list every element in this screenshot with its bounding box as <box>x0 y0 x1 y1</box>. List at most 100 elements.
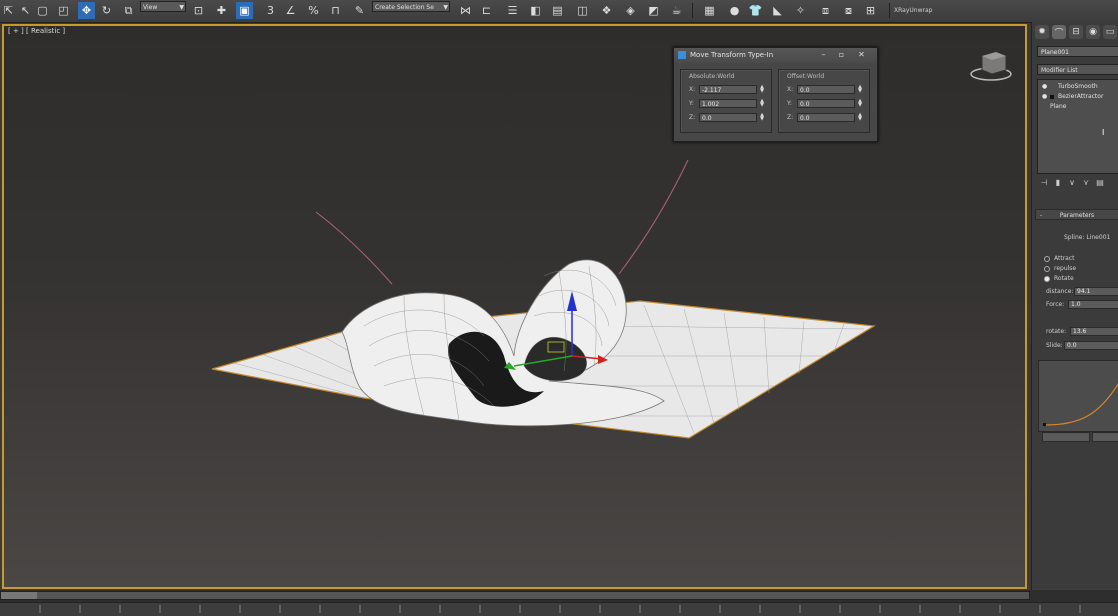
spinner-icon[interactable]: ▲ ▼ <box>759 99 765 108</box>
distance-field[interactable]: 94.1 <box>1074 287 1118 296</box>
snap-icon[interactable]: 3 <box>262 2 279 19</box>
force-field[interactable]: 1.0 <box>1068 300 1118 309</box>
radio-button-icon[interactable] <box>1044 265 1050 272</box>
time-slider-thumb[interactable] <box>1 592 37 599</box>
stack-item-bezierattractor[interactable]: ● BezierAttractor <box>1038 92 1118 102</box>
parameters-rollout-header[interactable]: - Parameters <box>1035 209 1118 220</box>
absolute-z-field[interactable]: 0.0 <box>699 113 757 122</box>
offset-y-field[interactable]: 0.0 <box>797 99 855 108</box>
selection-set-dropdown[interactable]: Create Selection Se ▼ <box>372 1 450 12</box>
absolute-x-row: X: -2.117 ▲ ▼ <box>687 85 769 95</box>
offset-z-field[interactable]: 0.0 <box>797 113 855 122</box>
motion-tab-icon[interactable]: ◉ <box>1086 25 1100 39</box>
spinner-icon[interactable]: ▲ ▼ <box>857 113 863 122</box>
tool-c-icon[interactable]: ⊞ <box>862 2 879 19</box>
material-editor-icon[interactable]: ◈ <box>622 2 639 19</box>
main-toolbar: ⇱ ↖ ▢ ◰ ✥ ↻ ⧉ View ▼ ⊡ ✚ ▣ 3 ∠ % ⊓ ✎ Crea… <box>0 0 1118 23</box>
pin-stack-icon[interactable]: ⊣ <box>1037 178 1051 187</box>
remove-modifier-icon[interactable]: ⋎ <box>1079 178 1093 187</box>
hierarchy-tab-icon[interactable]: ⊟ <box>1069 25 1083 39</box>
select-object-icon[interactable]: ↖ <box>17 2 34 19</box>
camera-icon[interactable]: ◣ <box>769 2 786 19</box>
view-cube-icon[interactable] <box>970 51 1012 81</box>
radio-attract[interactable]: Attract <box>1044 255 1075 262</box>
app-logo-icon <box>678 51 686 59</box>
shirt-icon[interactable]: 👕 <box>747 2 764 19</box>
pivot-icon[interactable]: ⊡ <box>190 2 207 19</box>
render-icon[interactable]: ▦ <box>701 2 718 19</box>
curve-point-button[interactable] <box>1042 432 1090 442</box>
slide-field[interactable]: 0.0 <box>1064 341 1118 350</box>
create-tab-icon[interactable]: ✹ <box>1035 25 1049 39</box>
visibility-bulb-icon[interactable]: ● <box>1042 82 1047 92</box>
absolute-x-field[interactable]: -2.117 <box>699 85 757 94</box>
stack-item-plane[interactable]: Plane <box>1038 102 1118 112</box>
window-crossing-icon[interactable]: ◰ <box>55 2 72 19</box>
radio-button-icon[interactable] <box>1044 255 1050 262</box>
time-slider[interactable] <box>0 591 1030 600</box>
percent-snap-icon[interactable]: % <box>305 2 322 19</box>
xray-unwrap-button[interactable]: XRayUnwrap <box>889 3 936 18</box>
layer-icon[interactable]: ◧ <box>527 2 544 19</box>
checkbox-icon[interactable] <box>1050 95 1054 99</box>
track-bar[interactable] <box>0 602 1118 616</box>
curve-reset-button[interactable] <box>1092 432 1118 442</box>
falloff-curve-graph[interactable] <box>1038 360 1118 432</box>
spinner-icon[interactable]: ▲ ▼ <box>759 85 765 94</box>
scale-icon[interactable]: ⧉ <box>120 2 137 19</box>
select-manipulate-icon[interactable]: ✚ <box>213 2 230 19</box>
visibility-bulb-icon[interactable]: ● <box>1042 92 1047 102</box>
group-title: Offset:World <box>787 73 825 80</box>
spline-pick-button[interactable]: Spline: Line001 <box>1064 234 1110 241</box>
collapse-icon[interactable]: - <box>1040 210 1042 221</box>
make-unique-icon[interactable]: ∨ <box>1065 178 1079 187</box>
spinner-snap-icon[interactable]: ⊓ <box>327 2 344 19</box>
reference-coordinate-dropdown[interactable]: View ▼ <box>140 1 186 12</box>
render-frame-icon[interactable]: ☕ <box>668 2 685 19</box>
modify-tab-icon[interactable]: ⌒ <box>1052 25 1066 39</box>
display-tab-icon[interactable]: ▭ <box>1103 25 1117 39</box>
edit-named-selection-icon[interactable]: ✎ <box>351 2 368 19</box>
show-end-result-icon[interactable]: ▮ <box>1051 178 1065 187</box>
rotate-icon[interactable]: ↻ <box>98 2 115 19</box>
tool-a-icon[interactable]: ⧈ <box>817 2 834 19</box>
tool-b-icon[interactable]: ⧇ <box>840 2 857 19</box>
maximize-icon[interactable]: ▫ <box>834 49 849 61</box>
dialog-title: Move Transform Type-In <box>690 51 774 59</box>
mirror-icon[interactable]: ⋈ <box>457 2 474 19</box>
absolute-world-group: Absolute:World X: -2.117 ▲ ▼ Y: 1.002 ▲ ▼ … <box>680 69 772 133</box>
timeline <box>0 590 1118 616</box>
spinner-icon[interactable]: ▲ ▼ <box>857 85 863 94</box>
radio-repulse[interactable]: repulse <box>1044 265 1076 272</box>
render-setup-icon[interactable]: ◩ <box>645 2 662 19</box>
select-link-icon[interactable]: ⇱ <box>0 2 17 19</box>
curve-editor-icon[interactable]: ◫ <box>574 2 591 19</box>
close-icon[interactable]: ✕ <box>854 49 869 61</box>
offset-x-field[interactable]: 0.0 <box>797 85 855 94</box>
offset-x-row: X: 0.0 ▲ ▼ <box>785 85 867 95</box>
select-region-icon[interactable]: ▢ <box>34 2 51 19</box>
sphere-icon[interactable]: ● <box>726 2 743 19</box>
distance-param: distance: 94.1 <box>1046 287 1118 297</box>
absolute-y-field[interactable]: 1.002 <box>699 99 757 108</box>
radio-button-icon[interactable] <box>1044 275 1050 282</box>
align-icon[interactable]: ⊏ <box>478 2 495 19</box>
radio-rotate[interactable]: Rotate <box>1044 275 1074 282</box>
modifier-list-dropdown[interactable]: Modifier List <box>1037 64 1118 75</box>
move-icon[interactable]: ✥ <box>78 2 95 19</box>
absolute-z-row: Z: 0.0 ▲ ▼ <box>687 113 769 123</box>
schematic-view-icon[interactable]: ❖ <box>598 2 615 19</box>
dialog-title-bar[interactable]: Move Transform Type-In – ▫ ✕ <box>674 48 877 63</box>
minimize-icon[interactable]: – <box>816 49 831 61</box>
stack-item-turbosmooth[interactable]: ● TurboSmooth <box>1038 82 1118 92</box>
object-name-field[interactable]: Plane001 <box>1037 46 1118 57</box>
wand-icon[interactable]: ✧ <box>792 2 809 19</box>
rotate-field[interactable]: 13.6 <box>1070 327 1118 336</box>
spinner-icon[interactable]: ▲ ▼ <box>759 113 765 122</box>
keyboard-shortcut-icon[interactable]: ▣ <box>236 2 253 19</box>
layer-manager-icon[interactable]: ☰ <box>504 2 521 19</box>
configure-icon[interactable]: ▤ <box>1093 178 1107 187</box>
spinner-icon[interactable]: ▲ ▼ <box>857 99 863 108</box>
graphite-ribbon-icon[interactable]: ▤ <box>549 2 566 19</box>
angle-snap-icon[interactable]: ∠ <box>282 2 299 19</box>
